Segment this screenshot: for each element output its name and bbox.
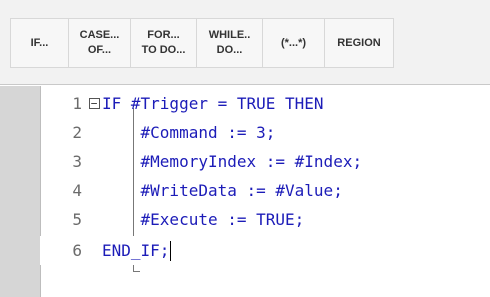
insert-while-label-line1: WHILE.. (208, 29, 251, 41)
code-text: #Execute := TRUE; (102, 210, 305, 229)
code-text: #MemoryIndex := #Index; (102, 152, 363, 171)
fold-end-tick (133, 271, 140, 272)
code-line-6[interactable]: 6 END_IF; (40, 236, 172, 265)
line-number: 6 (72, 241, 82, 260)
code-editor[interactable]: 1 − IF #Trigger = TRUE THEN 2 #Command :… (0, 86, 490, 297)
text-cursor (170, 240, 172, 261)
insert-while-button[interactable]: WHILE.. DO... (196, 18, 262, 68)
line-number: 1 (72, 94, 82, 113)
insert-comment-label: (*...*) (280, 36, 307, 49)
line-number: 4 (72, 181, 82, 200)
breakpoint-gutter[interactable] (0, 86, 41, 297)
fold-toggle[interactable]: − (86, 98, 102, 109)
insert-case-label-line1: CASE... (79, 29, 120, 41)
code-line-5[interactable]: 5 #Execute := TRUE; (40, 205, 304, 234)
insert-if-button[interactable]: IF... (10, 18, 68, 68)
code-text: #Command := 3; (102, 123, 276, 142)
code-line-2[interactable]: 2 #Command := 3; (40, 118, 275, 147)
line-number: 3 (72, 152, 82, 171)
line-number: 2 (72, 123, 82, 142)
line-number: 5 (72, 210, 82, 229)
insert-case-button[interactable]: CASE... OF... (68, 18, 130, 68)
code-lines[interactable]: 1 − IF #Trigger = TRUE THEN 2 #Command :… (40, 86, 490, 297)
code-text: #WriteData := #Value; (102, 181, 343, 200)
toolbar-button-group: IF... CASE... OF... FOR... TO DO... WHIL… (10, 18, 394, 68)
insert-while-label-line2: DO... (216, 44, 243, 56)
insert-for-button[interactable]: FOR... TO DO... (130, 18, 196, 68)
insert-case-label-line2: OF... (87, 44, 112, 56)
insert-for-label-line1: FOR... (147, 29, 180, 41)
insert-if-label: IF... (30, 36, 49, 49)
collapse-icon[interactable]: − (88, 98, 100, 109)
code-line-4[interactable]: 4 #WriteData := #Value; (40, 176, 343, 205)
insert-for-label-line2: TO DO... (141, 44, 186, 56)
code-text: END_IF; (102, 241, 170, 260)
code-line-3[interactable]: 3 #MemoryIndex := #Index; (40, 147, 362, 176)
toolbar: IF... CASE... OF... FOR... TO DO... WHIL… (0, 0, 490, 85)
code-line-1[interactable]: 1 − IF #Trigger = TRUE THEN (40, 89, 324, 118)
insert-region-button[interactable]: REGION (324, 18, 394, 68)
code-text: IF #Trigger = TRUE THEN (102, 94, 324, 113)
insert-region-label: REGION (337, 36, 381, 49)
insert-comment-button[interactable]: (*...*) (262, 18, 324, 68)
